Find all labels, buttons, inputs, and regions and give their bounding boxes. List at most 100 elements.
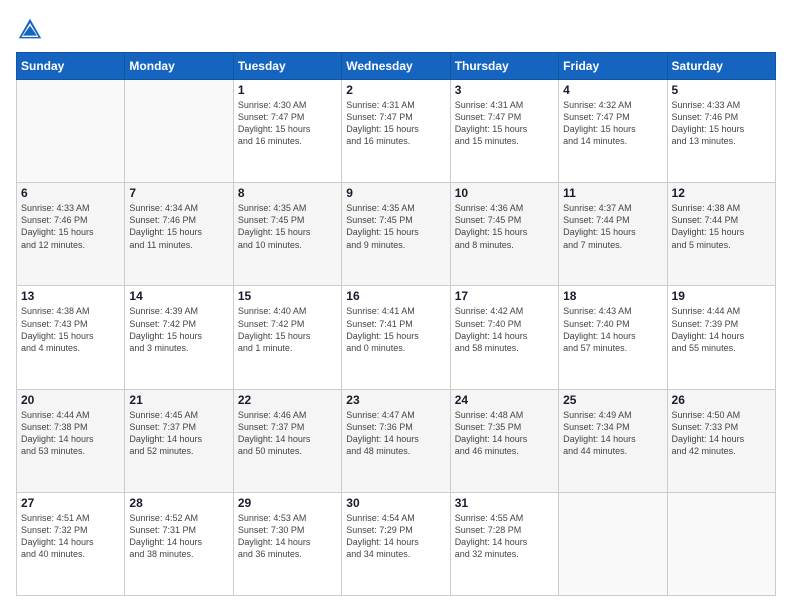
calendar-cell: [667, 492, 775, 595]
day-number: 26: [672, 393, 771, 407]
calendar-week-0: 1 Sunrise: 4:30 AM Sunset: 7:47 PM Daylig…: [17, 80, 776, 183]
calendar-cell: 27 Sunrise: 4:51 AM Sunset: 7:32 PM Dayli…: [17, 492, 125, 595]
calendar-cell: 24 Sunrise: 4:48 AM Sunset: 7:35 PM Dayli…: [450, 389, 558, 492]
calendar-cell: 20 Sunrise: 4:44 AM Sunset: 7:38 PM Dayli…: [17, 389, 125, 492]
calendar-cell: 31 Sunrise: 4:55 AM Sunset: 7:28 PM Dayli…: [450, 492, 558, 595]
calendar-cell: 29 Sunrise: 4:53 AM Sunset: 7:30 PM Dayli…: [233, 492, 341, 595]
day-number: 20: [21, 393, 120, 407]
calendar-cell: 8Sunrise: 4:35 AM Sunset: 7:45 PM Daylig…: [233, 183, 341, 286]
logo-icon: [16, 16, 44, 44]
calendar-cell: 9Sunrise: 4:35 AM Sunset: 7:45 PM Daylig…: [342, 183, 450, 286]
calendar-week-3: 20 Sunrise: 4:44 AM Sunset: 7:38 PM Dayli…: [17, 389, 776, 492]
calendar-week-4: 27 Sunrise: 4:51 AM Sunset: 7:32 PM Dayli…: [17, 492, 776, 595]
calendar-cell: 3 Sunrise: 4:31 AM Sunset: 7:47 PM Daylig…: [450, 80, 558, 183]
day-number: 23: [346, 393, 445, 407]
calendar-cell: 1 Sunrise: 4:30 AM Sunset: 7:47 PM Daylig…: [233, 80, 341, 183]
day-number: 5: [672, 83, 771, 97]
day-info: Sunrise: 4:53 AM Sunset: 7:30 PM Dayligh…: [238, 512, 337, 561]
calendar-header-row: SundayMondayTuesdayWednesdayThursdayFrid…: [17, 53, 776, 80]
day-info: Sunrise: 4:48 AM Sunset: 7:35 PM Dayligh…: [455, 409, 554, 458]
day-number: 19: [672, 289, 771, 303]
day-number: 15: [238, 289, 337, 303]
day-info: Sunrise: 4:41 AM Sunset: 7:41 PM Dayligh…: [346, 305, 445, 354]
day-info: Sunrise: 4:44 AM Sunset: 7:38 PM Dayligh…: [21, 409, 120, 458]
page: SundayMondayTuesdayWednesdayThursdayFrid…: [0, 0, 792, 612]
calendar-cell: 18Sunrise: 4:43 AM Sunset: 7:40 PM Dayli…: [559, 286, 667, 389]
day-info: Sunrise: 4:54 AM Sunset: 7:29 PM Dayligh…: [346, 512, 445, 561]
calendar-cell: 23 Sunrise: 4:47 AM Sunset: 7:36 PM Dayli…: [342, 389, 450, 492]
day-number: 2: [346, 83, 445, 97]
calendar-cell: 7 Sunrise: 4:34 AM Sunset: 7:46 PM Daylig…: [125, 183, 233, 286]
day-info: Sunrise: 4:33 AM Sunset: 7:46 PM Dayligh…: [672, 99, 771, 148]
calendar-cell: 22 Sunrise: 4:46 AM Sunset: 7:37 PM Dayli…: [233, 389, 341, 492]
day-info: Sunrise: 4:55 AM Sunset: 7:28 PM Dayligh…: [455, 512, 554, 561]
header-wednesday: Wednesday: [342, 53, 450, 80]
calendar-cell: [125, 80, 233, 183]
day-number: 11: [563, 186, 662, 200]
day-info: Sunrise: 4:34 AM Sunset: 7:46 PM Dayligh…: [129, 202, 228, 251]
day-number: 7: [129, 186, 228, 200]
day-info: Sunrise: 4:31 AM Sunset: 7:47 PM Dayligh…: [455, 99, 554, 148]
day-info: Sunrise: 4:51 AM Sunset: 7:32 PM Dayligh…: [21, 512, 120, 561]
day-number: 27: [21, 496, 120, 510]
calendar-cell: 14 Sunrise: 4:39 AM Sunset: 7:42 PM Dayli…: [125, 286, 233, 389]
calendar-cell: 6Sunrise: 4:33 AM Sunset: 7:46 PM Daylig…: [17, 183, 125, 286]
calendar-cell: 2 Sunrise: 4:31 AM Sunset: 7:47 PM Daylig…: [342, 80, 450, 183]
header-saturday: Saturday: [667, 53, 775, 80]
day-info: Sunrise: 4:42 AM Sunset: 7:40 PM Dayligh…: [455, 305, 554, 354]
day-info: Sunrise: 4:38 AM Sunset: 7:43 PM Dayligh…: [21, 305, 120, 354]
day-number: 31: [455, 496, 554, 510]
day-info: Sunrise: 4:46 AM Sunset: 7:37 PM Dayligh…: [238, 409, 337, 458]
calendar-cell: 12Sunrise: 4:38 AM Sunset: 7:44 PM Dayli…: [667, 183, 775, 286]
calendar-cell: 4 Sunrise: 4:32 AM Sunset: 7:47 PM Daylig…: [559, 80, 667, 183]
day-number: 22: [238, 393, 337, 407]
calendar-cell: 26 Sunrise: 4:50 AM Sunset: 7:33 PM Dayli…: [667, 389, 775, 492]
day-info: Sunrise: 4:49 AM Sunset: 7:34 PM Dayligh…: [563, 409, 662, 458]
calendar-cell: 19 Sunrise: 4:44 AM Sunset: 7:39 PM Dayli…: [667, 286, 775, 389]
calendar-cell: 16 Sunrise: 4:41 AM Sunset: 7:41 PM Dayli…: [342, 286, 450, 389]
day-number: 16: [346, 289, 445, 303]
day-number: 30: [346, 496, 445, 510]
calendar-cell: 13Sunrise: 4:38 AM Sunset: 7:43 PM Dayli…: [17, 286, 125, 389]
day-number: 14: [129, 289, 228, 303]
day-info: Sunrise: 4:44 AM Sunset: 7:39 PM Dayligh…: [672, 305, 771, 354]
day-number: 29: [238, 496, 337, 510]
day-info: Sunrise: 4:50 AM Sunset: 7:33 PM Dayligh…: [672, 409, 771, 458]
header-thursday: Thursday: [450, 53, 558, 80]
calendar-week-2: 13Sunrise: 4:38 AM Sunset: 7:43 PM Dayli…: [17, 286, 776, 389]
day-info: Sunrise: 4:37 AM Sunset: 7:44 PM Dayligh…: [563, 202, 662, 251]
day-info: Sunrise: 4:30 AM Sunset: 7:47 PM Dayligh…: [238, 99, 337, 148]
day-number: 28: [129, 496, 228, 510]
calendar-cell: 28 Sunrise: 4:52 AM Sunset: 7:31 PM Dayli…: [125, 492, 233, 595]
calendar-cell: 30 Sunrise: 4:54 AM Sunset: 7:29 PM Dayli…: [342, 492, 450, 595]
calendar-cell: 5 Sunrise: 4:33 AM Sunset: 7:46 PM Daylig…: [667, 80, 775, 183]
day-number: 25: [563, 393, 662, 407]
day-info: Sunrise: 4:36 AM Sunset: 7:45 PM Dayligh…: [455, 202, 554, 251]
calendar-cell: [17, 80, 125, 183]
day-info: Sunrise: 4:45 AM Sunset: 7:37 PM Dayligh…: [129, 409, 228, 458]
day-number: 12: [672, 186, 771, 200]
day-info: Sunrise: 4:39 AM Sunset: 7:42 PM Dayligh…: [129, 305, 228, 354]
day-info: Sunrise: 4:40 AM Sunset: 7:42 PM Dayligh…: [238, 305, 337, 354]
header-tuesday: Tuesday: [233, 53, 341, 80]
day-number: 24: [455, 393, 554, 407]
day-info: Sunrise: 4:32 AM Sunset: 7:47 PM Dayligh…: [563, 99, 662, 148]
day-info: Sunrise: 4:35 AM Sunset: 7:45 PM Dayligh…: [238, 202, 337, 251]
header: [16, 16, 776, 44]
day-number: 1: [238, 83, 337, 97]
day-info: Sunrise: 4:31 AM Sunset: 7:47 PM Dayligh…: [346, 99, 445, 148]
logo: [16, 16, 48, 44]
day-number: 3: [455, 83, 554, 97]
day-number: 10: [455, 186, 554, 200]
day-number: 17: [455, 289, 554, 303]
calendar-cell: 25 Sunrise: 4:49 AM Sunset: 7:34 PM Dayli…: [559, 389, 667, 492]
day-info: Sunrise: 4:43 AM Sunset: 7:40 PM Dayligh…: [563, 305, 662, 354]
day-number: 4: [563, 83, 662, 97]
day-info: Sunrise: 4:47 AM Sunset: 7:36 PM Dayligh…: [346, 409, 445, 458]
header-monday: Monday: [125, 53, 233, 80]
day-info: Sunrise: 4:52 AM Sunset: 7:31 PM Dayligh…: [129, 512, 228, 561]
header-sunday: Sunday: [17, 53, 125, 80]
calendar-week-1: 6Sunrise: 4:33 AM Sunset: 7:46 PM Daylig…: [17, 183, 776, 286]
calendar-cell: 10 Sunrise: 4:36 AM Sunset: 7:45 PM Dayli…: [450, 183, 558, 286]
calendar-cell: [559, 492, 667, 595]
